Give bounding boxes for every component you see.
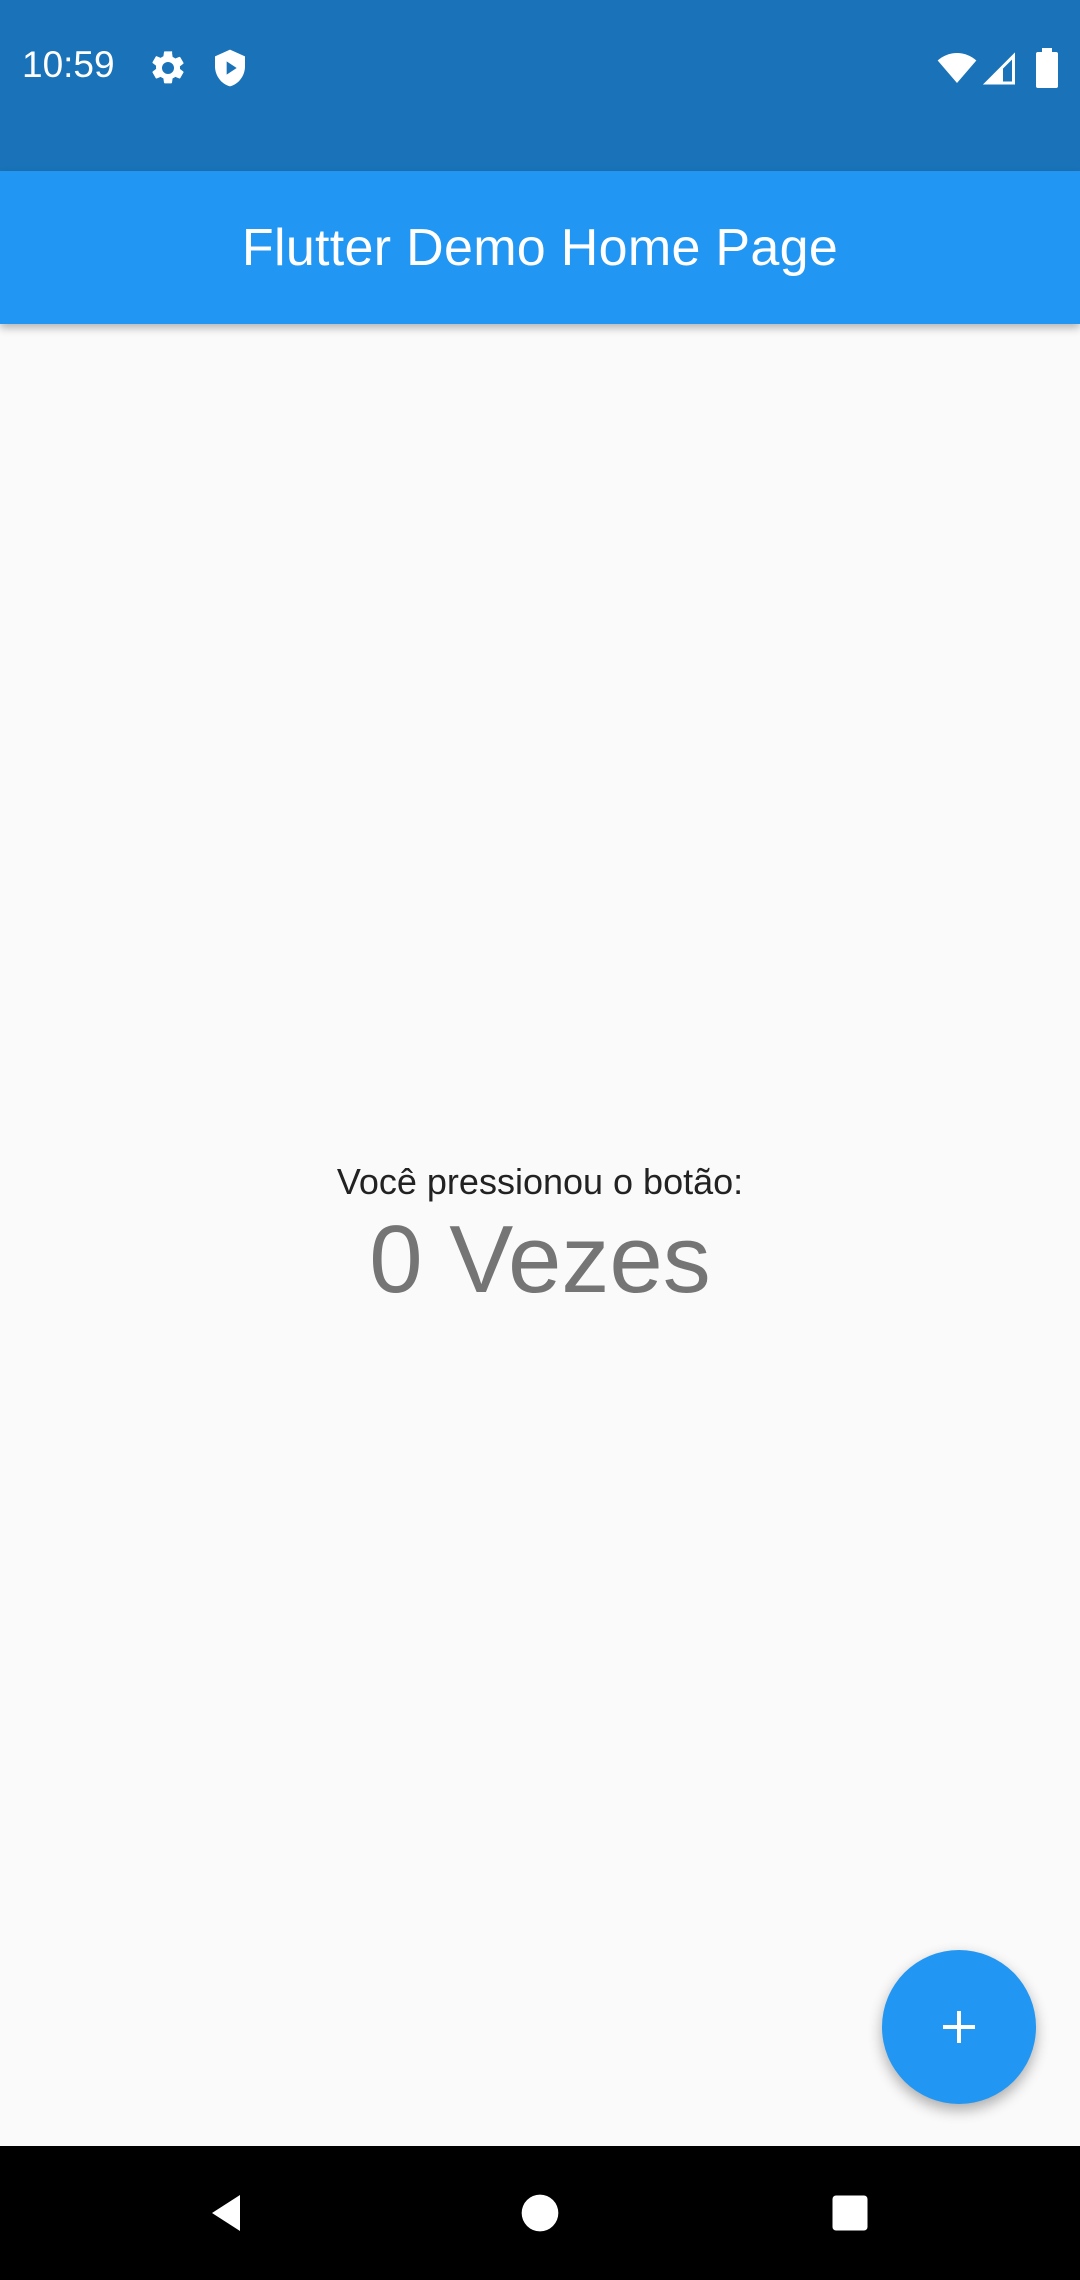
shield-play-icon <box>210 48 250 88</box>
home-button[interactable] <box>460 2146 620 2280</box>
gear-icon <box>148 48 188 88</box>
app-bar: Flutter Demo Home Page <box>0 171 1080 324</box>
navigation-bar <box>0 2146 1080 2280</box>
screen: 10:59 Flutter Demo Home Page Você pressi… <box>0 0 1080 2280</box>
status-bar: 10:59 <box>0 0 1080 171</box>
counter-prompt: Você pressionou o botão: <box>336 1161 744 1203</box>
back-icon <box>202 2189 250 2237</box>
increment-button[interactable] <box>882 1950 1036 2104</box>
wifi-icon <box>936 48 978 88</box>
home-icon <box>518 2191 562 2235</box>
counter-value: 0 Vezes <box>369 1206 711 1314</box>
back-button[interactable] <box>146 2146 306 2280</box>
recents-button[interactable] <box>770 2146 930 2280</box>
cell-signal-icon <box>982 48 1018 88</box>
battery-icon <box>1034 48 1060 88</box>
status-time: 10:59 <box>22 44 115 85</box>
recents-icon <box>829 2192 871 2234</box>
plus-icon <box>935 2003 983 2051</box>
app-title: Flutter Demo Home Page <box>241 218 839 277</box>
main-content: Você pressionou o botão: 0 Vezes <box>0 324 1080 2146</box>
